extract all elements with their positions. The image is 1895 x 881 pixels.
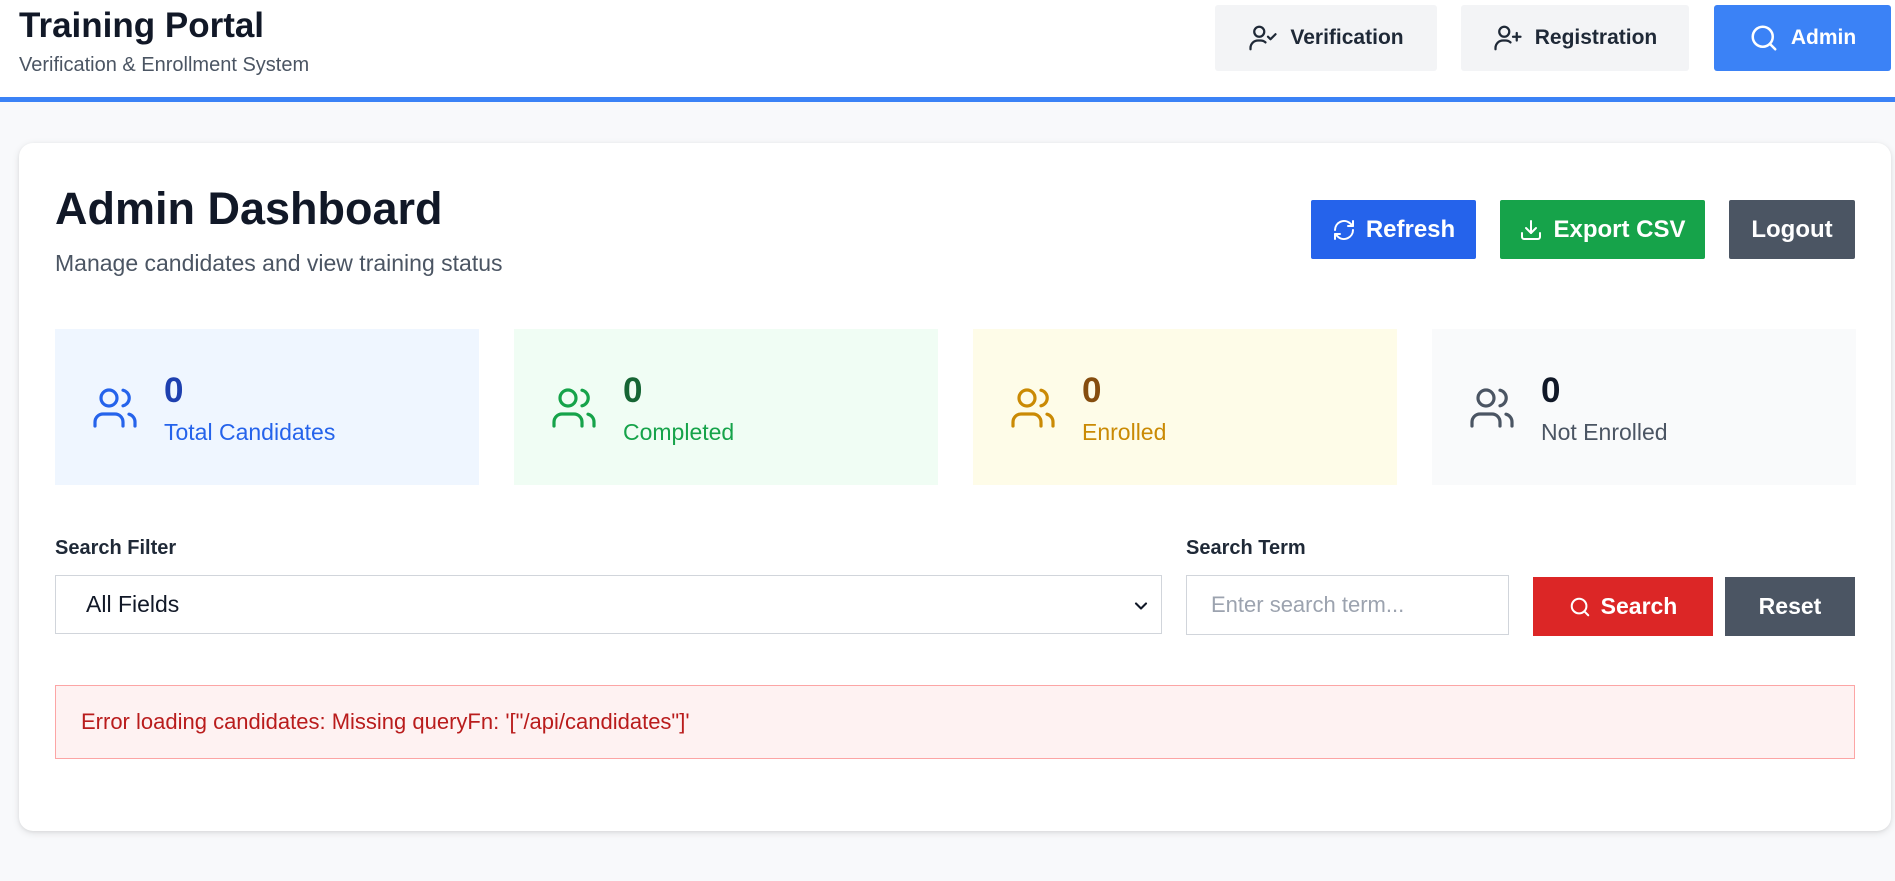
stat-label: Not Enrolled (1541, 419, 1668, 445)
search-filter-select[interactable]: All Fields (55, 575, 1162, 634)
nav-verification-button[interactable]: Verification (1215, 5, 1437, 71)
search-term-input[interactable] (1186, 575, 1509, 635)
user-check-icon (1249, 25, 1278, 51)
stat-not-enrolled: 0 Not Enrolled (1432, 329, 1856, 485)
stat-value: 0 (623, 371, 643, 410)
search-icon (1751, 25, 1777, 51)
users-icon (1011, 388, 1055, 428)
search-filter-label: Search Filter (55, 537, 177, 559)
user-plus-icon (1494, 25, 1522, 51)
nav-registration-button[interactable]: Registration (1461, 5, 1689, 71)
users-icon (552, 388, 596, 428)
export-csv-label: Export CSV (1553, 215, 1686, 243)
chevron-down-icon (1134, 602, 1148, 610)
brand: Training Portal Verification & Enrollmen… (19, 6, 309, 76)
logout-button[interactable]: Logout (1729, 200, 1855, 259)
stat-label: Total Candidates (164, 419, 336, 445)
error-message: Error loading candidates: Missing queryF… (81, 709, 690, 734)
app-subtitle: Verification & Enrollment System (19, 54, 310, 76)
stat-value: 0 (1541, 371, 1561, 410)
refresh-button[interactable]: Refresh (1311, 200, 1476, 259)
stat-label: Enrolled (1082, 419, 1167, 445)
nav-admin-label: Admin (1790, 26, 1857, 49)
search-button[interactable]: Search (1533, 577, 1713, 636)
top-header: Training Portal Verification & Enrollmen… (0, 0, 1895, 102)
reset-button[interactable]: Reset (1725, 577, 1855, 636)
refresh-icon (1333, 219, 1354, 240)
stat-label: Completed (623, 419, 735, 445)
page-subtitle: Manage candidates and view training stat… (55, 250, 503, 276)
search-term-label: Search Term (1186, 537, 1306, 559)
page-title: Admin Dashboard (55, 183, 443, 234)
logout-label: Logout (1751, 215, 1833, 243)
stat-value: 0 (164, 371, 184, 410)
nav-admin-button[interactable]: Admin (1714, 5, 1891, 71)
export-csv-button[interactable]: Export CSV (1500, 200, 1705, 259)
nav-registration-label: Registration (1534, 26, 1658, 49)
search-icon (1570, 597, 1589, 616)
stat-value: 0 (1082, 371, 1102, 410)
refresh-label: Refresh (1365, 215, 1456, 243)
app-title: Training Portal (19, 6, 265, 45)
users-icon (93, 388, 137, 428)
dashboard-card: Admin Dashboard Manage candidates and vi… (19, 143, 1891, 831)
search-filter-value: All Fields (86, 591, 180, 617)
download-icon (1521, 219, 1542, 240)
stat-total-candidates: 0 Total Candidates (55, 329, 479, 485)
users-icon (1470, 388, 1514, 428)
error-alert: Error loading candidates: Missing queryF… (55, 685, 1855, 759)
reset-button-label: Reset (1758, 593, 1822, 619)
stat-completed: 0 Completed (514, 329, 938, 485)
stat-enrolled: 0 Enrolled (973, 329, 1397, 485)
nav-verification-label: Verification (1290, 26, 1404, 49)
search-button-label: Search (1600, 593, 1678, 619)
